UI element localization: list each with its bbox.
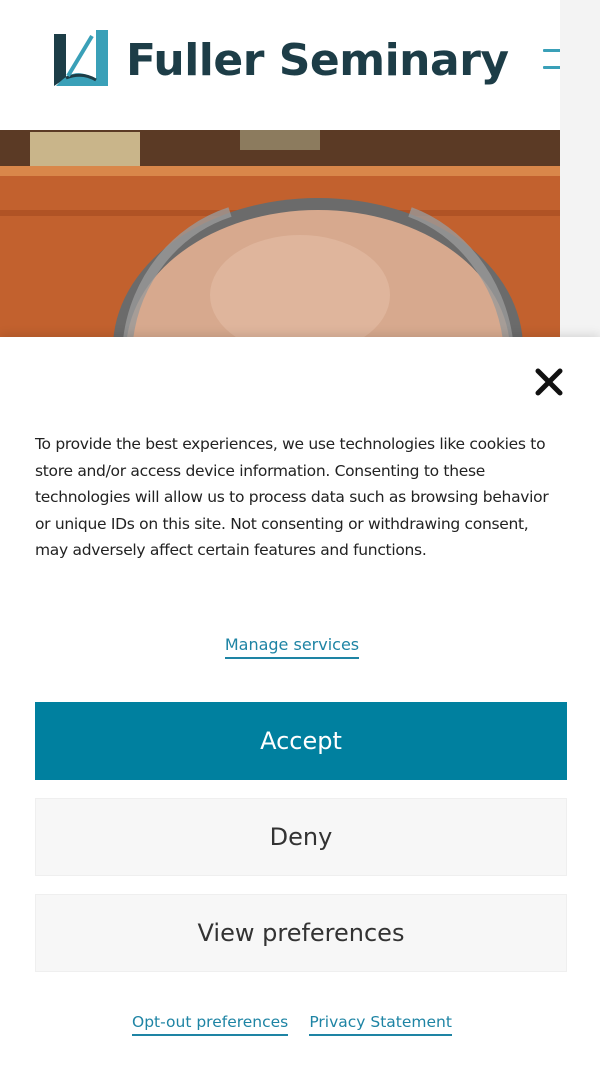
privacy-statement-link[interactable]: Privacy Statement	[309, 1013, 452, 1036]
site-header: Fuller Seminary	[0, 0, 574, 130]
cookie-consent-banner: To provide the best experiences, we use …	[0, 337, 600, 1065]
portrait-photo-illustration	[0, 130, 560, 340]
book-logo-icon	[52, 30, 110, 90]
close-icon	[535, 368, 563, 396]
accept-button[interactable]: Accept	[35, 702, 567, 780]
close-button[interactable]	[532, 365, 566, 399]
home-logo-link[interactable]: Fuller Seminary	[52, 30, 509, 90]
deny-button[interactable]: Deny	[35, 798, 567, 876]
page-scroll-gutter	[560, 0, 600, 340]
cookie-footer-links: Opt-out preferences Privacy Statement	[0, 1012, 584, 1036]
logo-text: Fuller Seminary	[126, 34, 509, 86]
view-preferences-button[interactable]: View preferences	[35, 894, 567, 972]
manage-services-container: Manage services	[0, 635, 584, 659]
cookie-message: To provide the best experiences, we use …	[35, 435, 549, 559]
opt-out-preferences-link[interactable]: Opt-out preferences	[132, 1013, 289, 1036]
manage-services-link[interactable]: Manage services	[224, 635, 360, 659]
page: Fuller Seminary To provide the best expe…	[0, 0, 600, 1065]
hero-portrait-photo	[0, 130, 560, 340]
